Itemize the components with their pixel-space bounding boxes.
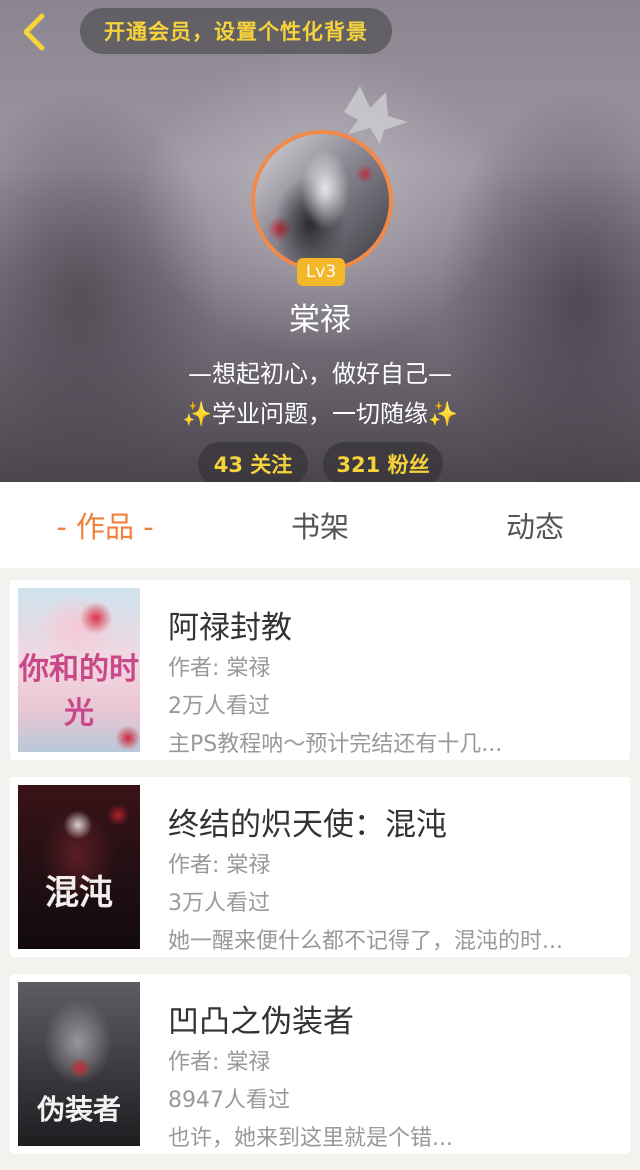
vip-background-banner[interactable]: 开通会员，设置个性化背景 [80,8,392,54]
tab-activity[interactable]: 动态 [460,482,610,568]
cover-title: 你和的时光 [19,652,139,731]
chevron-left-icon [23,13,45,51]
book-description: 主PS教程呐～预计完结还有十几... [168,732,503,757]
book-description: 也许，她来到这里就是个错... [168,1126,453,1151]
cover-title: 伪装者 [36,1093,121,1126]
book-title: 终结的炽天使：混沌 [168,807,447,843]
book-views: 8947人看过 [168,1088,290,1113]
back-button[interactable] [14,10,54,54]
avatar[interactable] [251,130,393,272]
book-title: 阿禄封教 [168,610,292,646]
book-author: 作者: 棠禄 [168,656,271,681]
book-card[interactable]: 混沌 终结的炽天使：混沌 作者: 棠禄 3万人看过 她一醒来便什么都不记得了，混… [10,777,630,957]
book-cover: 混沌 [18,785,140,949]
book-views: 2万人看过 [168,694,270,719]
book-cover: 伪装者 [18,982,140,1146]
book-author: 作者: 棠禄 [168,853,271,878]
book-cover: 你和的时光 [18,588,140,752]
level-badge: Lv3 [297,258,345,286]
tab-works[interactable]: - 作品 - [30,482,180,568]
book-description: 她一醒来便什么都不记得了，混沌的时... [168,929,563,954]
book-views: 3万人看过 [168,891,270,916]
book-card[interactable]: 伪装者 凹凸之伪装者 作者: 棠禄 8947人看过 也许，她来到这里就是个错..… [10,974,630,1154]
book-author: 作者: 棠禄 [168,1050,271,1075]
profile-header: 开通会员，设置个性化背景 Lv3 棠禄 —想起初心，做好自己— ✨学业问题，一切… [0,0,640,482]
book-title: 凹凸之伪装者 [168,1004,354,1040]
book-card[interactable]: 你和的时光 阿禄封教 作者: 棠禄 2万人看过 主PS教程呐～预计完结还有十几.… [10,580,630,760]
tab-bookshelf[interactable]: 书架 [245,482,395,568]
username: 棠禄 [289,302,351,338]
followers-count[interactable]: 321 粉丝 [323,442,443,482]
cover-title: 混沌 [45,873,113,913]
signature-line-1: —想起初心，做好自己— [188,360,452,388]
following-count[interactable]: 43 关注 [198,442,308,482]
signature-line-2: ✨学业问题，一切随缘✨ [182,400,458,428]
profile-tabs: - 作品 - 书架 动态 [0,482,640,568]
